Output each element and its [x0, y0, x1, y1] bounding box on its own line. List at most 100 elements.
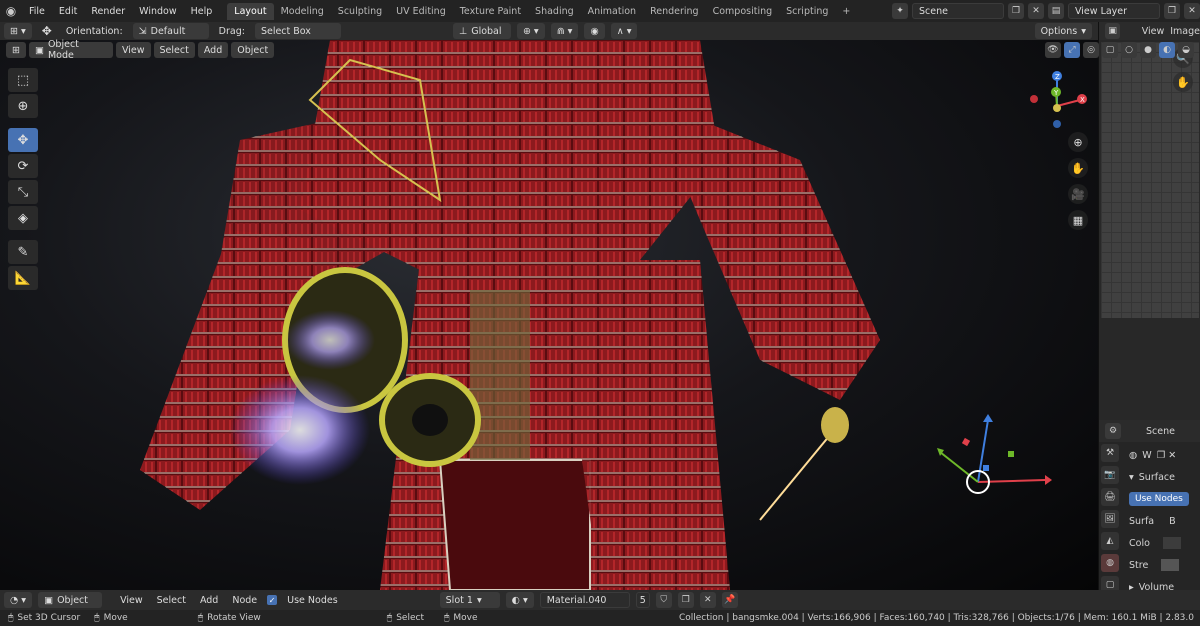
slot-dropdown[interactable]: Slot 1 ▾ — [439, 592, 500, 608]
pan-hand-icon[interactable]: ✋ — [1068, 158, 1088, 178]
xray-icon[interactable]: ▢ — [1102, 42, 1118, 58]
output-tab-icon[interactable]: 🖨 — [1101, 488, 1119, 506]
world-selector[interactable]: ◍ W ❐ ✕ — [1123, 444, 1200, 466]
transform-tool-icon[interactable]: ◈ — [8, 206, 38, 230]
strength-field[interactable] — [1161, 559, 1180, 571]
viewport-menu-object[interactable]: Object — [231, 42, 275, 58]
shader-menu-add[interactable]: Add — [196, 595, 222, 606]
tab-sculpting[interactable]: Sculpting — [331, 3, 389, 20]
editor-3d-type-dropdown[interactable]: ⊞ — [6, 42, 26, 58]
scene-tab-icon[interactable]: ◭ — [1101, 532, 1119, 550]
view-layer-tab-icon[interactable]: 🖼 — [1101, 510, 1119, 528]
pivot-dropdown[interactable]: ⊕ ▾ — [516, 23, 545, 39]
surface-panel-header[interactable]: ▾ Surface — [1123, 466, 1200, 488]
menu-edit[interactable]: Edit — [52, 6, 84, 17]
new-scene-icon[interactable]: ❐ — [1008, 3, 1024, 19]
fake-user-icon[interactable]: ⛉ — [655, 592, 672, 608]
delete-view-layer-icon[interactable]: ✕ — [1184, 3, 1200, 19]
shader-menu-select[interactable]: Select — [153, 595, 190, 606]
image-menu-view[interactable]: View — [1142, 26, 1165, 37]
snap-dropdown[interactable]: ⋒ ▾ — [550, 23, 579, 39]
perspective-grid-icon[interactable]: ▦ — [1068, 210, 1088, 230]
shader-type-dropdown[interactable]: ▣ Object — [38, 592, 103, 608]
tab-scripting[interactable]: Scripting — [779, 3, 835, 20]
new-material-icon[interactable]: ❐ — [677, 592, 694, 608]
transform-orientation-dropdown[interactable]: ⊥ Global — [452, 23, 511, 39]
navigation-gizmo[interactable]: Z X Y — [1030, 71, 1087, 128]
zoom-icon[interactable]: ⊕ — [1068, 132, 1088, 152]
solid-shading-icon[interactable]: ● — [1140, 42, 1156, 58]
tab-layout[interactable]: Layout — [227, 2, 274, 20]
transform-gizmo[interactable] — [937, 414, 1052, 494]
proportional-edit-icon[interactable]: ◉ — [584, 23, 605, 39]
use-nodes-button[interactable]: Use Nodes — [1129, 492, 1189, 506]
move-tool-icon[interactable]: ✥ — [8, 128, 38, 152]
scale-tool-icon[interactable]: ⤡ — [8, 180, 38, 204]
falloff-dropdown[interactable]: ∧ ▾ — [610, 23, 638, 39]
material-users-count[interactable]: 5 — [635, 592, 650, 608]
material-shading-icon[interactable]: ◐ — [1159, 42, 1175, 58]
color-swatch[interactable] — [1162, 537, 1181, 549]
drag-label: Drag: — [218, 25, 245, 37]
mode-dropdown[interactable]: ▣ Object Mode — [28, 39, 113, 61]
view-layer-icon[interactable]: ▤ — [1048, 3, 1064, 19]
menu-window[interactable]: Window — [132, 6, 183, 17]
properties-type-icon[interactable]: ⚙ — [1105, 423, 1121, 439]
menu-render[interactable]: Render — [84, 6, 132, 17]
rendered-shading-icon[interactable]: ◒ — [1178, 42, 1194, 58]
editor-type-dropdown[interactable]: ⊞ ▾ — [4, 23, 32, 39]
tab-animation[interactable]: Animation — [581, 3, 643, 20]
add-workspace-icon[interactable]: + — [835, 3, 857, 20]
annotate-tool-icon[interactable]: ✎ — [8, 240, 38, 264]
render-tab-icon[interactable]: 📷 — [1101, 466, 1119, 484]
delete-scene-icon[interactable]: ✕ — [1028, 3, 1044, 19]
view-layer-field[interactable]: View Layer — [1068, 3, 1160, 19]
pin-icon[interactable]: 📌 — [721, 592, 738, 608]
shader-editor-type-dropdown[interactable]: ◔ ▾ — [4, 592, 33, 608]
shader-menu-view[interactable]: View — [116, 595, 147, 606]
viewport-menu-view[interactable]: View — [115, 42, 151, 58]
image-menu-image[interactable]: Image — [1170, 26, 1200, 37]
scene-field[interactable]: Scene — [912, 3, 1004, 19]
scene-icon[interactable]: ✦ — [892, 3, 908, 19]
shader-menu-node[interactable]: Node — [228, 595, 261, 606]
measure-tool-icon[interactable]: 📐 — [8, 266, 38, 290]
use-nodes-checkbox[interactable]: ✓ — [267, 595, 278, 605]
visibility-icon[interactable]: 👁 — [1045, 42, 1061, 58]
material-name-field[interactable]: Material.040 — [539, 592, 630, 608]
blender-logo-icon[interactable]: ◉ — [0, 0, 22, 22]
tab-compositing[interactable]: Compositing — [706, 3, 780, 20]
surface-value[interactable]: B — [1169, 516, 1176, 527]
tab-uv-editing[interactable]: UV Editing — [389, 3, 453, 20]
unlink-material-icon[interactable]: ✕ — [699, 592, 716, 608]
camera-view-icon[interactable]: 🎥 — [1068, 184, 1088, 204]
gizmo-toggle-icon[interactable]: ⤢ — [1064, 42, 1080, 58]
options-dropdown[interactable]: Options ▾ — [1034, 23, 1092, 39]
select-box-tool-icon[interactable]: ⬚ — [8, 68, 38, 92]
image-editor-canvas[interactable]: 🔍 ✋ — [1101, 42, 1199, 318]
tool-tab-icon[interactable]: ⚒ — [1101, 444, 1119, 462]
world-tab-icon[interactable]: ◍ — [1101, 554, 1119, 572]
move-tool-icon[interactable]: ✥ — [38, 24, 56, 38]
overlays-icon[interactable]: ◎ — [1083, 42, 1099, 58]
drag-dropdown[interactable]: Select Box — [254, 23, 341, 39]
new-view-layer-icon[interactable]: ❐ — [1164, 3, 1180, 19]
image-editor-type-icon[interactable]: ▣ — [1105, 23, 1121, 39]
mouse-left-icon: 🖱 — [8, 613, 14, 623]
wireframe-shading-icon[interactable]: ○ — [1121, 42, 1137, 58]
image-pan-icon[interactable]: ✋ — [1173, 72, 1193, 92]
drag-value: Select Box — [260, 25, 311, 37]
rotate-tool-icon[interactable]: ⟳ — [8, 154, 38, 178]
orientation-dropdown[interactable]: ⇲ Default — [132, 23, 209, 39]
tab-shading[interactable]: Shading — [528, 3, 581, 20]
tab-modeling[interactable]: Modeling — [274, 3, 331, 20]
tab-rendering[interactable]: Rendering — [643, 3, 706, 20]
3d-viewport[interactable]: Z X Y — [0, 40, 1098, 590]
tab-texture-paint[interactable]: Texture Paint — [453, 3, 528, 20]
cursor-tool-icon[interactable]: ⊕ — [8, 94, 38, 118]
viewport-menu-select[interactable]: Select — [153, 42, 195, 58]
menu-file[interactable]: File — [22, 6, 52, 17]
viewport-menu-add[interactable]: Add — [197, 42, 229, 58]
material-browse-icon[interactable]: ◐ ▾ — [505, 592, 534, 608]
menu-help[interactable]: Help — [184, 6, 220, 17]
